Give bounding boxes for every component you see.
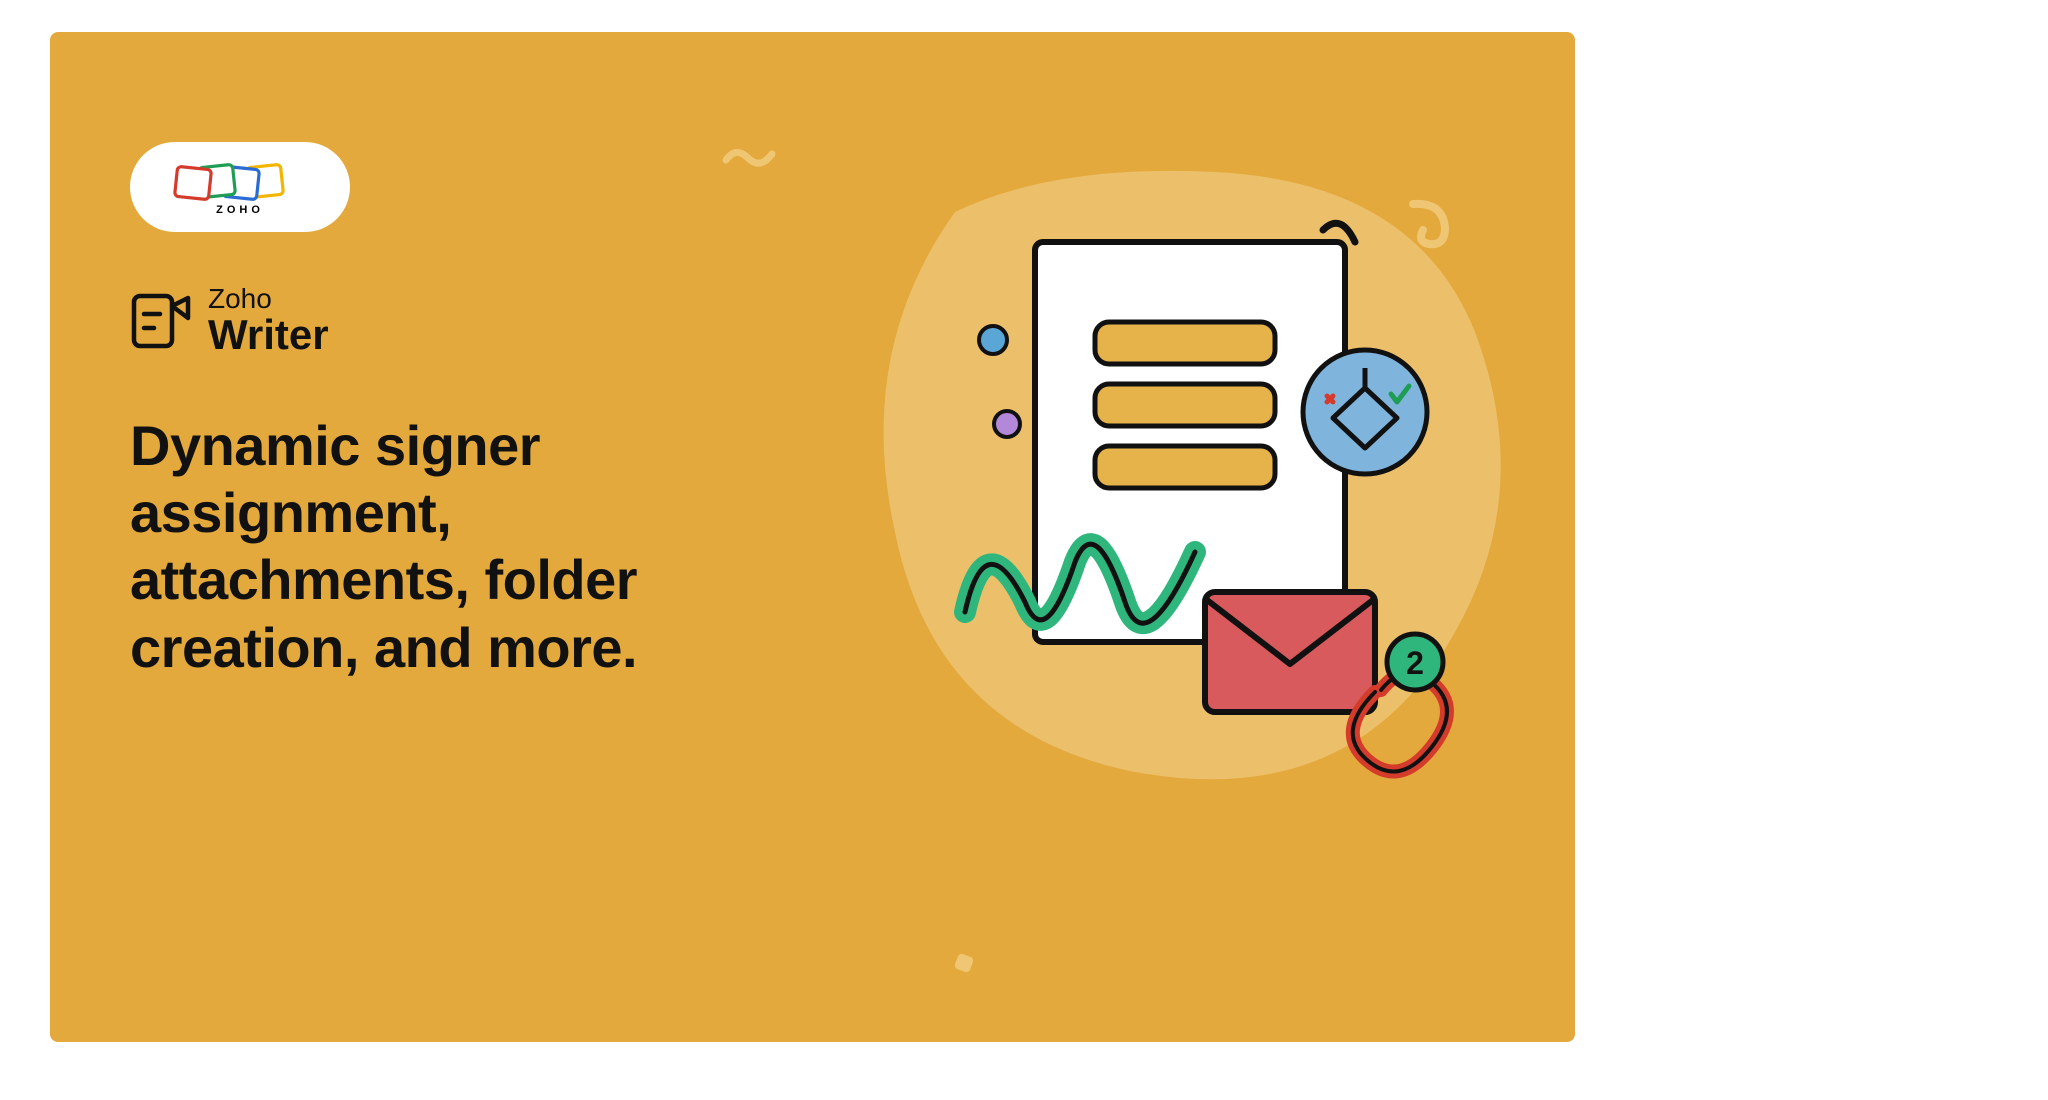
product-identity: Zoho Writer bbox=[130, 284, 329, 357]
page: ZOHO Zoho Writer Dynamic sig bbox=[0, 0, 2048, 1100]
writer-app-icon bbox=[130, 290, 192, 352]
zoho-logo-text: ZOHO bbox=[170, 204, 310, 216]
attachment-count-badge: 2 bbox=[1387, 634, 1443, 690]
hero-illustration: 2 bbox=[775, 92, 1535, 852]
dot-blue-icon bbox=[979, 326, 1007, 354]
product-eyebrow: Zoho bbox=[208, 284, 329, 313]
decorative-diamond-icon bbox=[950, 949, 978, 982]
dot-purple-icon bbox=[994, 411, 1020, 437]
decorative-squiggle-icon bbox=[720, 142, 780, 177]
approval-badge-icon bbox=[1303, 350, 1427, 474]
zoho-logo-icon: ZOHO bbox=[170, 160, 310, 214]
hero-banner: ZOHO Zoho Writer Dynamic sig bbox=[50, 32, 1575, 1042]
zoho-logo-pill: ZOHO bbox=[130, 142, 350, 232]
product-name: Writer bbox=[208, 313, 329, 357]
envelope-icon bbox=[1205, 592, 1375, 712]
svg-text:2: 2 bbox=[1406, 645, 1424, 681]
headline: Dynamic signer assignment, attachments, … bbox=[130, 412, 770, 681]
